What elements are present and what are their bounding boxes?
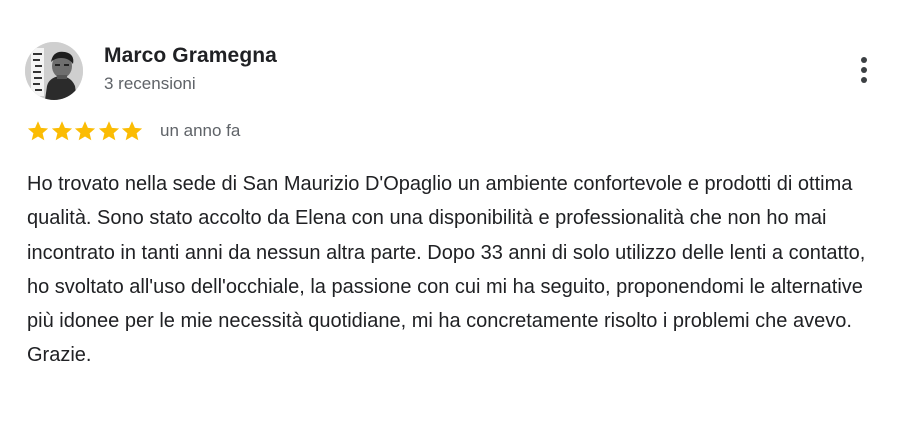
star-icon [74, 121, 96, 141]
more-options-button[interactable] [850, 52, 880, 88]
user-avatar-photo-icon [25, 42, 83, 100]
author-review-count[interactable]: 3 recensioni [104, 74, 196, 94]
star-rating [26, 119, 144, 143]
author-name[interactable]: Marco Gramegna [104, 44, 277, 68]
review-card: Marco Gramegna 3 recensioni un anno fa H… [0, 0, 910, 432]
star-icon [121, 121, 143, 141]
review-date: un anno fa [160, 121, 241, 140]
review-text: Ho trovato nella sede di San Maurizio D'… [27, 173, 866, 367]
star-icon [98, 121, 119, 141]
star-icon [27, 121, 49, 141]
author-avatar[interactable] [25, 42, 83, 100]
star-icon [51, 121, 72, 141]
more-vert-icon [861, 57, 867, 63]
